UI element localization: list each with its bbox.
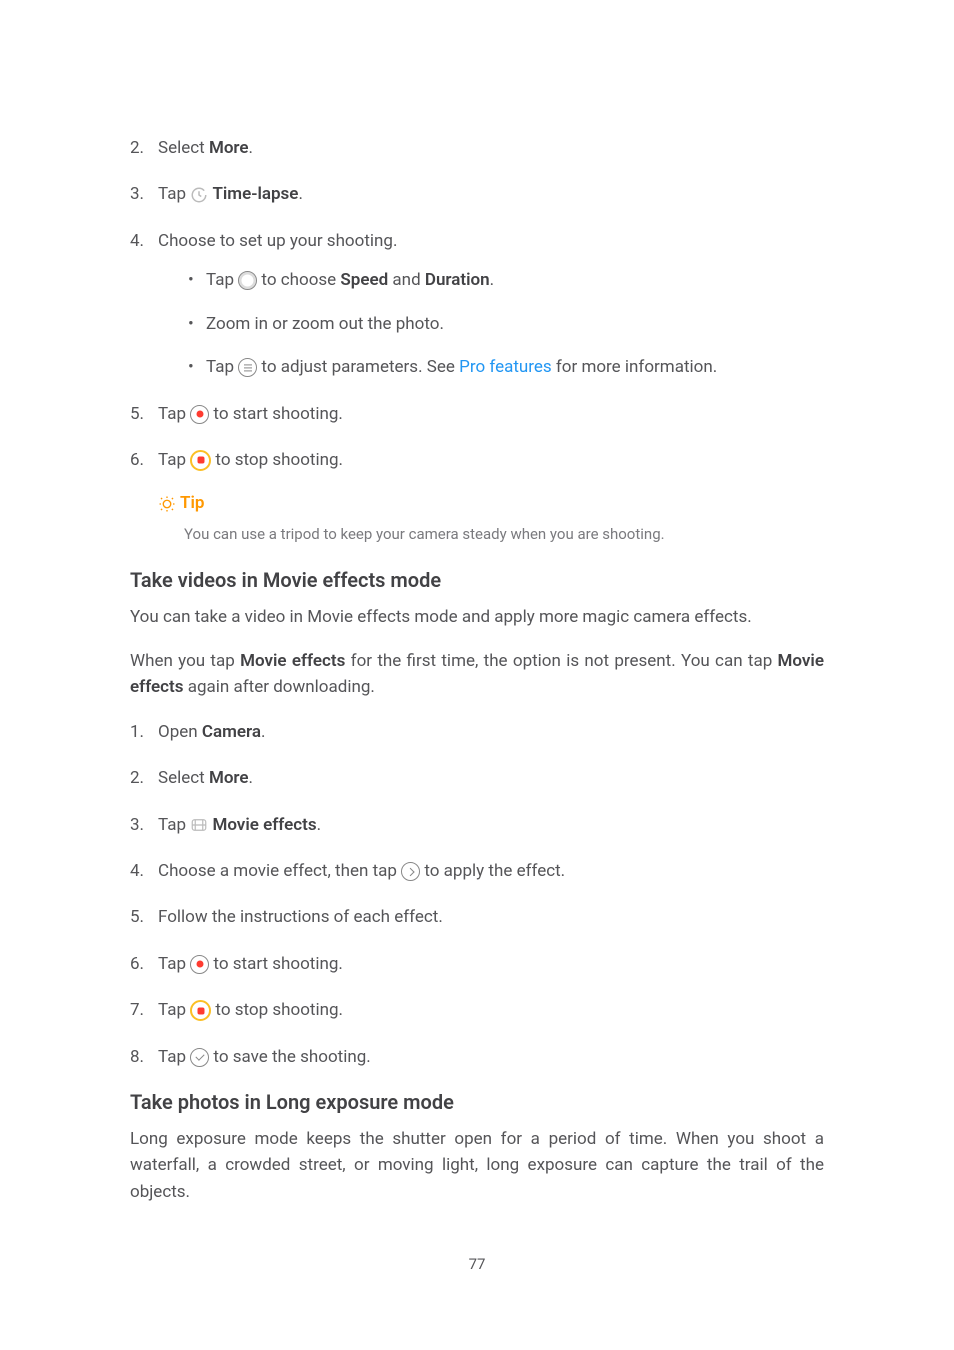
step-start-shooting: 6. Tap to start shooting. <box>130 951 824 977</box>
step-choose-effect: 4. Choose a movie effect, then tap to ap… <box>130 858 824 884</box>
pro-features-link[interactable]: Pro features <box>459 357 552 377</box>
tip-text: You can use a tripod to keep your camera… <box>184 523 824 546</box>
movie-effects-para-2: When you tap Movie effects for the first… <box>130 648 824 701</box>
step-open-camera: 1. Open Camera. <box>130 719 824 746</box>
movie-effects-para-1: You can take a video in Movie effects mo… <box>130 604 824 630</box>
step-number: 4. <box>130 228 144 254</box>
step-number: 5. <box>130 401 144 427</box>
stop-icon <box>190 450 211 471</box>
apply-arrow-icon <box>401 862 420 881</box>
step-save-shooting: 8. Tap to save the shooting. <box>130 1044 824 1070</box>
step-tap-movie-effects: 3. Tap Movie effects. <box>130 812 824 838</box>
more-label: More <box>209 138 249 158</box>
heading-long-exposure: Take photos in Long exposure mode <box>130 1090 824 1114</box>
step-follow-instructions: 5. Follow the instructions of each effec… <box>130 904 824 930</box>
step-stop-shooting: 6. Tap to stop shooting. <box>130 447 824 473</box>
step-text: Choose to set up your shooting. <box>158 231 397 251</box>
step-text: Select <box>158 138 209 158</box>
long-exposure-para: Long exposure mode keeps the shutter ope… <box>130 1126 824 1205</box>
step-number: 3. <box>130 181 144 207</box>
step-start-shooting: 5. Tap to start shooting. <box>130 401 824 427</box>
step-text-end: . <box>249 138 253 158</box>
timelapse-icon <box>190 186 208 204</box>
step-select-more: 2. Select More. <box>130 765 824 791</box>
movie-effects-steps: 1. Open Camera. 2. Select More. 3. Tap M… <box>130 719 824 1070</box>
tip-label: Tip <box>180 493 204 513</box>
timelapse-label: Time-lapse <box>212 184 298 204</box>
step-number: 6. <box>130 447 144 473</box>
settings-circle-icon <box>238 271 257 290</box>
movie-effects-icon <box>190 816 208 834</box>
option-speed-duration: Tap to choose Speed and Duration. <box>188 268 824 294</box>
step-select-more: 2. Select More. <box>130 135 824 161</box>
step-stop-shooting: 7. Tap to stop shooting. <box>130 997 824 1023</box>
option-parameters: Tap to adjust parameters. See Pro featur… <box>188 355 824 381</box>
record-icon <box>190 955 209 974</box>
step-number: 2. <box>130 135 144 161</box>
page-number: 77 <box>130 1255 824 1273</box>
option-zoom: Zoom in or zoom out the photo. <box>188 312 824 338</box>
tip-block: Tip <box>158 493 824 513</box>
record-icon <box>190 405 209 424</box>
save-check-icon <box>190 1048 209 1067</box>
stop-icon <box>190 1000 211 1021</box>
parameters-icon <box>238 358 257 377</box>
setup-options: Tap to choose Speed and Duration. Zoom i… <box>188 268 824 381</box>
lightbulb-icon <box>158 495 176 513</box>
step-text: Tap <box>158 184 190 204</box>
time-lapse-steps: 2. Select More. 3. Tap Time-lapse. 4. Ch… <box>130 135 824 473</box>
heading-movie-effects: Take videos in Movie effects mode <box>130 568 824 592</box>
step-setup-shooting: 4. Choose to set up your shooting. Tap t… <box>130 228 824 381</box>
step-tap-timelapse: 3. Tap Time-lapse. <box>130 181 824 207</box>
